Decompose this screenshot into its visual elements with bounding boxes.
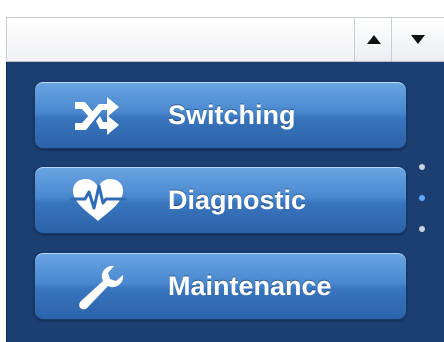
switching-label: Switching bbox=[168, 100, 296, 130]
diagnostic-label: Diagnostic bbox=[168, 185, 307, 215]
scroll-up-button[interactable] bbox=[354, 18, 391, 61]
scroll-toolbar bbox=[6, 17, 444, 62]
switching-button[interactable]: Switching bbox=[34, 81, 407, 149]
triangle-down-icon bbox=[411, 35, 425, 44]
triangle-up-icon bbox=[367, 35, 381, 44]
page-indicator bbox=[416, 164, 428, 234]
menu-panel: Switching Diagnostic Maintenance bbox=[6, 62, 444, 342]
diagnostic-button[interactable]: Diagnostic bbox=[34, 166, 407, 234]
page-dot[interactable] bbox=[419, 164, 425, 170]
menu-window: Switching Diagnostic Maintenance bbox=[0, 0, 444, 342]
maintenance-label: Maintenance bbox=[168, 271, 332, 301]
heartbeat-icon bbox=[69, 179, 127, 221]
shuffle-arrows-icon bbox=[75, 97, 119, 135]
maintenance-button[interactable]: Maintenance bbox=[34, 252, 407, 320]
page-dot[interactable] bbox=[419, 226, 425, 232]
page-dot-active[interactable] bbox=[419, 195, 425, 201]
scroll-down-button[interactable] bbox=[391, 18, 444, 61]
wrench-icon bbox=[79, 265, 124, 310]
